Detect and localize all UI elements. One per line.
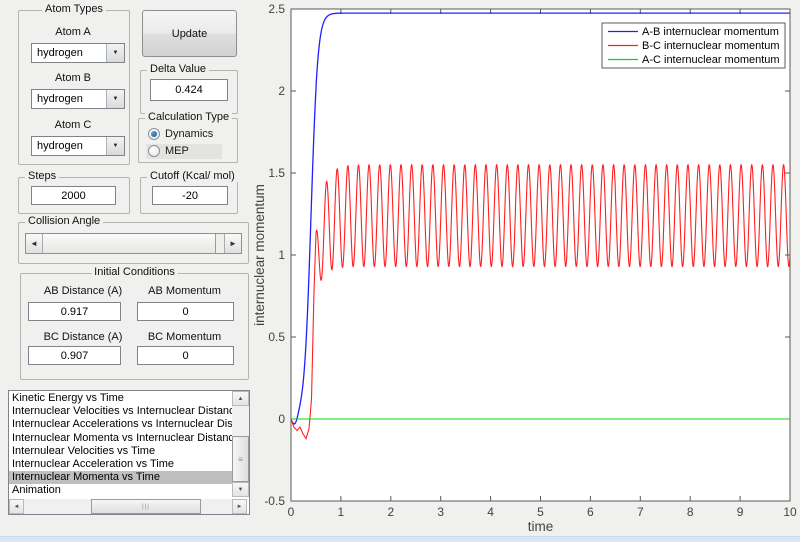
delta-value-field[interactable]: 0.424 (150, 79, 228, 101)
radio-mep[interactable]: MEP (148, 145, 189, 157)
y-tick-label: 2.5 (268, 2, 285, 16)
initial-conditions-title: Initial Conditions (91, 266, 178, 278)
x-tick-label: 6 (587, 505, 594, 519)
y-tick-label: 2 (278, 84, 285, 98)
atom-c-label: Atom C (54, 119, 92, 131)
atom-b-dropdown[interactable]: hydrogen ▼ (31, 89, 125, 109)
radio-icon[interactable] (148, 145, 160, 157)
ab-distance-field[interactable]: 0.917 (28, 302, 121, 321)
bc-momentum-label: BC Momentum (147, 331, 222, 343)
y-tick-label: 1.5 (268, 166, 285, 180)
dropdown-arrow-icon[interactable]: ▼ (106, 44, 124, 62)
radio-dynamics-label: Dynamics (165, 128, 214, 140)
atom-c-dropdown[interactable]: hydrogen ▼ (31, 136, 125, 156)
ab-momentum-label: AB Momentum (148, 285, 221, 297)
horizontal-scroll-thumb[interactable]: ||| (91, 499, 201, 514)
bc-distance-field[interactable]: 0.907 (28, 346, 121, 365)
atom-a-dropdown[interactable]: hydrogen ▼ (31, 43, 125, 63)
x-tick-label: 5 (537, 505, 544, 519)
atom-a-label: Atom A (55, 26, 91, 38)
y-tick-label: 0.5 (268, 330, 285, 344)
y-tick-label: -0.5 (264, 494, 285, 508)
x-tick-label: 0 (288, 505, 295, 519)
legend: A-B internuclear momentum B-C internuclea… (601, 22, 786, 69)
atom-types-title: Atom Types (42, 3, 106, 15)
dropdown-arrow-icon[interactable]: ▼ (106, 137, 124, 155)
gui-window: Atom Types Atom A hydrogen ▼ Atom B hydr… (0, 0, 800, 542)
radio-mep-label: MEP (165, 145, 189, 157)
x-tick-label: 8 (687, 505, 694, 519)
y-tick-label: 0 (278, 412, 285, 426)
list-item[interactable]: Internuclear Acceleration vs Time (9, 458, 232, 471)
atom-c-value: hydrogen (37, 140, 83, 152)
cutoff-field[interactable]: -20 (152, 186, 228, 205)
ab-distance-label: AB Distance (A) (43, 285, 123, 297)
update-button[interactable]: Update (142, 10, 237, 57)
list-item[interactable]: Kinetic Energy vs Time (9, 392, 232, 405)
scroll-right-icon[interactable]: ► (232, 499, 247, 514)
x-tick-label: 4 (487, 505, 494, 519)
steps-title: Steps (25, 170, 60, 182)
list-item[interactable]: Internuclear Momenta vs Time (9, 471, 232, 485)
legend-entry-label: A-B internuclear momentum (642, 26, 779, 38)
x-axis-label: time (528, 519, 554, 534)
x-tick-label: 10 (783, 505, 797, 519)
delta-value-title: Delta Value (147, 63, 210, 75)
bc-distance-label: BC Distance (A) (43, 331, 123, 343)
y-axis-label: internuclear momentum (252, 184, 267, 326)
list-item[interactable]: Internuclear Accelerations vs Internucle… (9, 418, 232, 431)
list-item[interactable]: Animation (9, 484, 232, 497)
dropdown-arrow-icon[interactable]: ▼ (106, 90, 124, 108)
atom-b-label: Atom B (54, 72, 92, 84)
plot-type-listbox[interactable]: Kinetic Energy vs Time Internuclear Veloc… (8, 390, 250, 515)
ab-momentum-field[interactable]: 0 (137, 302, 234, 321)
x-tick-label: 2 (387, 505, 394, 519)
x-tick-label: 3 (437, 505, 444, 519)
scroll-down-icon[interactable]: ▼ (232, 482, 249, 497)
collision-angle-title: Collision Angle (25, 215, 104, 227)
slider-thumb[interactable] (43, 234, 216, 253)
x-tick-label: 7 (637, 505, 644, 519)
x-tick-label: 9 (737, 505, 744, 519)
legend-entry-label: A-C internuclear momentum (642, 54, 780, 66)
list-item[interactable]: Internuclear Velocities vs Internuclear … (9, 405, 232, 418)
vertical-scrollbar[interactable]: ▲ ≡ ▼ (232, 391, 249, 497)
window-bottom-strip (0, 536, 800, 542)
steps-field[interactable]: 2000 (31, 186, 116, 205)
collision-angle-slider[interactable]: ◄ ► (25, 233, 242, 254)
bc-momentum-field[interactable]: 0 (137, 346, 234, 365)
atom-b-value: hydrogen (37, 93, 83, 105)
list-item[interactable]: Internuclear Momenta vs Internuclear Dis… (9, 432, 232, 445)
slider-left-arrow-icon[interactable]: ◄ (26, 234, 43, 253)
cutoff-title: Cutoff (Kcal/ mol) (147, 170, 238, 182)
radio-dynamics[interactable]: Dynamics (148, 128, 213, 140)
listbox-items: Kinetic Energy vs Time Internuclear Veloc… (9, 392, 232, 498)
calculation-type-title: Calculation Type (145, 111, 233, 123)
scroll-left-icon[interactable]: ◄ (9, 499, 24, 514)
horizontal-scrollbar[interactable]: ◄ ||| ► (9, 499, 247, 514)
list-item[interactable]: Internulear Velocities vs Time (9, 445, 232, 458)
atom-a-value: hydrogen (37, 47, 83, 59)
momentum-vs-time-chart: 0 1 2 3 4 5 6 7 8 9 10-0.500.511.522.5timeinternuc… (252, 2, 797, 534)
x-tick-label: 1 (338, 505, 345, 519)
radio-icon[interactable] (148, 128, 160, 140)
legend-entry-label: B-C internuclear momentum (642, 40, 780, 52)
y-tick-label: 1 (278, 248, 285, 262)
slider-right-arrow-icon[interactable]: ► (224, 234, 241, 253)
vertical-scroll-thumb[interactable]: ≡ (232, 436, 249, 482)
scroll-up-icon[interactable]: ▲ (232, 391, 249, 406)
